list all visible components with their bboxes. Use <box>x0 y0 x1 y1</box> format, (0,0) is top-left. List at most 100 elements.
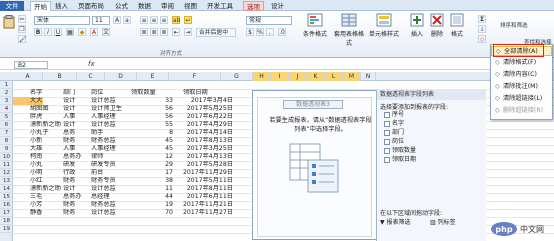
number-format-select[interactable]: 常规 <box>246 16 292 25</box>
name-box[interactable]: B2 <box>14 61 48 69</box>
table-cell[interactable]: 70 <box>118 209 173 217</box>
table-cell[interactable]: 56 <box>118 105 173 113</box>
sort-filter-button[interactable]: 排序和筛选 <box>500 21 528 29</box>
table-cell[interactable]: 11 <box>118 185 173 193</box>
table-cell[interactable]: 2017年11月21日 <box>183 201 233 209</box>
clipboard-icon[interactable] <box>2 15 16 31</box>
row-header[interactable]: 9 <box>0 145 13 153</box>
currency-icon[interactable]: $ <box>246 28 254 36</box>
table-cell[interactable]: 漂新新之助 <box>30 185 62 193</box>
table-cell[interactable]: 研发 <box>63 161 91 169</box>
row-header[interactable]: 1 <box>0 81 13 89</box>
table-cell[interactable]: 漂新新之助 <box>30 121 62 129</box>
table-cell[interactable]: 设计 <box>63 121 91 129</box>
row-header[interactable]: 8 <box>0 137 13 145</box>
shrink-font-icon[interactable]: a <box>123 16 131 24</box>
row-header[interactable]: 19 <box>0 225 13 233</box>
table-cell[interactable]: 小明 <box>30 169 62 177</box>
row-header[interactable]: 15 <box>0 193 13 201</box>
font-color-icon[interactable]: A <box>90 28 98 36</box>
checkbox[interactable] <box>384 111 390 118</box>
border-icon[interactable]: ▦ <box>66 28 74 36</box>
table-cell[interactable]: 总务 <box>63 129 91 137</box>
wrap-text-icon[interactable]: ↵ <box>184 16 192 24</box>
table-cell[interactable]: 人事 <box>63 145 91 153</box>
merge-center-button[interactable]: 合并后居中 <box>196 28 236 37</box>
tab-view[interactable]: 视图 <box>181 1 200 11</box>
table-cell[interactable]: 17 <box>118 169 173 177</box>
table-cell[interactable]: 2017年11月27日 <box>183 209 233 217</box>
column-header[interactable]: B <box>43 72 77 81</box>
column-header[interactable]: F <box>169 72 221 81</box>
header-cell[interactable]: 名字 <box>30 89 60 97</box>
table-cell[interactable]: 总务办 <box>63 193 91 201</box>
table-cell[interactable]: 2017年4月29日 <box>183 121 233 129</box>
table-cell[interactable]: 财务 <box>63 201 91 209</box>
insert-cells-button[interactable]: 插入 <box>408 13 426 38</box>
table-cell[interactable]: 小芳 <box>30 201 62 209</box>
table-cell[interactable]: 2017年5月28日 <box>183 161 233 169</box>
table-cell[interactable]: 19 <box>118 201 173 209</box>
column-header[interactable]: N <box>361 72 376 81</box>
fill-icon[interactable]: ↓ <box>478 25 486 33</box>
table-cell[interactable]: 财务 <box>63 137 91 145</box>
tab-developer[interactable]: 开发工具 <box>204 1 236 11</box>
checkbox[interactable] <box>384 129 390 136</box>
field-item[interactable]: 岗位 <box>384 138 404 146</box>
row-header[interactable]: 14 <box>0 185 13 193</box>
table-cell[interactable]: 柯南 <box>30 153 62 161</box>
table-cell[interactable]: 小丸 <box>30 161 62 169</box>
menu-item-clear-formats[interactable]: ◇ 清除格式(F) <box>491 58 552 68</box>
menu-item-clear-contents[interactable]: ◇ 清除内容(C) <box>491 70 552 80</box>
row-header[interactable]: 7 <box>0 129 13 137</box>
checkbox[interactable] <box>384 138 390 145</box>
column-header[interactable]: G <box>221 72 253 81</box>
table-cell[interactable]: 38 <box>118 177 173 185</box>
column-header[interactable]: E <box>137 72 169 81</box>
column-header[interactable]: I <box>271 72 289 81</box>
menu-item-remove-hyperlinks[interactable]: ◇ 删除超链接(R) <box>491 106 552 116</box>
tab-formulas[interactable]: 公式 <box>112 1 131 11</box>
align-top-icon[interactable]: ≡ <box>140 16 148 24</box>
table-cell[interactable]: 行政 <box>63 169 91 177</box>
table-cell[interactable]: 2017年3月25日 <box>183 145 233 153</box>
table-cell[interactable]: 45 <box>118 137 173 145</box>
column-header[interactable]: D <box>105 72 137 81</box>
table-cell[interactable]: 设计 <box>63 185 91 193</box>
field-item[interactable]: 序号 <box>384 111 404 119</box>
table-cell[interactable]: 2017年8月11日 <box>183 185 233 193</box>
tab-page-layout[interactable]: 页面布局 <box>75 1 107 11</box>
header-cell[interactable]: 岗位 <box>91 89 121 97</box>
menu-item-clear-hyperlinks[interactable]: ◇ 清除超链接(L) <box>491 94 552 104</box>
table-cell[interactable]: 2017年5月11日 <box>183 177 233 185</box>
comma-icon[interactable]: , <box>266 28 274 36</box>
table-cell[interactable]: 小丸子 <box>30 129 62 137</box>
table-cell[interactable]: 33 <box>118 97 173 105</box>
table-cell[interactable]: 2017年11月29日 <box>183 169 233 177</box>
table-cell[interactable]: 胖虎 <box>30 113 62 121</box>
column-header[interactable]: K <box>307 72 325 81</box>
table-cell[interactable]: 2017年6月11日 <box>183 193 233 201</box>
cell-styles-button[interactable]: 单元格样式 <box>368 13 400 38</box>
tab-insert[interactable]: 插入 <box>52 1 71 11</box>
bold-icon[interactable]: B <box>34 28 42 36</box>
orientation-icon[interactable]: ab <box>172 16 181 24</box>
align-center-icon[interactable]: ≣ <box>150 28 158 36</box>
table-cell[interactable]: 大雄 <box>30 145 62 153</box>
table-cell[interactable]: 大大 <box>30 97 62 105</box>
sum-icon[interactable]: Σ <box>478 15 486 23</box>
row-header[interactable]: 4 <box>0 105 13 113</box>
table-cell[interactable]: 2017年6月22日 <box>183 113 233 121</box>
row-header[interactable]: 18 <box>0 217 13 225</box>
menu-item-clear-comments[interactable]: ◇ 清除批注(M) <box>491 82 552 92</box>
align-left-icon[interactable]: ≣ <box>140 28 148 36</box>
row-header[interactable]: 11 <box>0 161 13 169</box>
format-painter-icon[interactable]: 🖌 <box>18 35 27 43</box>
report-filter-zone[interactable]: ▼ 报表筛选 <box>380 218 411 228</box>
clear-icon[interactable]: ◇ <box>478 35 486 43</box>
table-cell[interactable]: 总务办 <box>63 153 91 161</box>
table-cell[interactable]: 2017年8月13日 <box>183 137 233 145</box>
indent-decrease-icon[interactable]: ⇤ <box>172 28 180 36</box>
row-header[interactable]: 5 <box>0 113 13 121</box>
underline-icon[interactable]: U <box>54 28 62 36</box>
